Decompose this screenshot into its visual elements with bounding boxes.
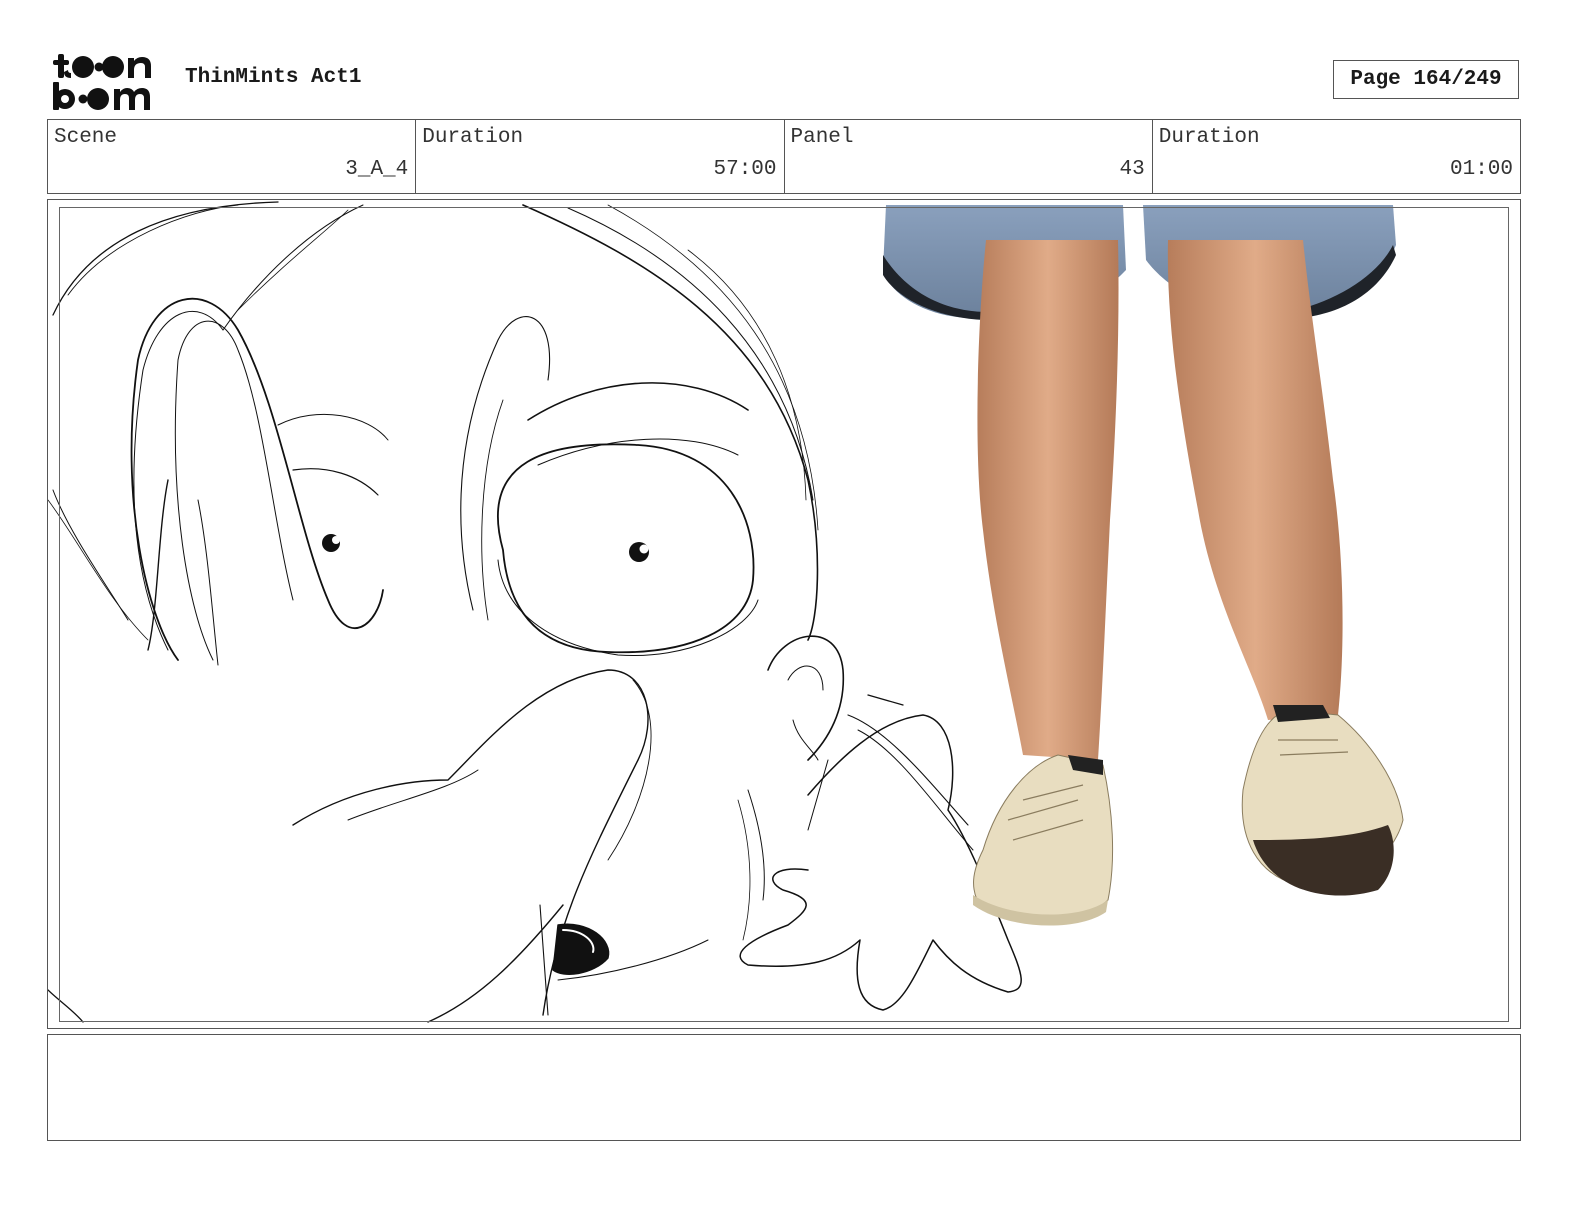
panel-duration-value: 01:00 (1449, 158, 1513, 181)
page-number: Page 164/249 (1333, 60, 1519, 99)
scene-cell: Scene 3_A_4 (48, 120, 417, 193)
scene-duration-label: Duration (422, 126, 524, 149)
panel-notes-box (47, 1034, 1521, 1141)
panel-duration-label: Duration (1158, 126, 1260, 149)
storyboard-panel (47, 199, 1521, 1029)
toon-boom-logo (52, 52, 164, 112)
panel-label: Panel (790, 126, 854, 149)
panel-value: 43 (1119, 158, 1145, 181)
panel-cell: Panel 43 (785, 120, 1153, 193)
panel-duration-cell: Duration 01:00 (1153, 120, 1520, 193)
project-title: ThinMints Act1 (185, 66, 362, 89)
panel-info-row: Scene 3_A_4 Duration 57:00 Panel 43 Dura… (47, 119, 1521, 194)
character-sketch (48, 201, 1022, 1023)
scene-duration-value: 57:00 (713, 158, 777, 181)
scene-duration-cell: Duration 57:00 (416, 120, 785, 193)
panel-artwork (48, 201, 1404, 1023)
scene-value: 3_A_4 (345, 158, 409, 181)
scene-label: Scene (54, 126, 118, 149)
